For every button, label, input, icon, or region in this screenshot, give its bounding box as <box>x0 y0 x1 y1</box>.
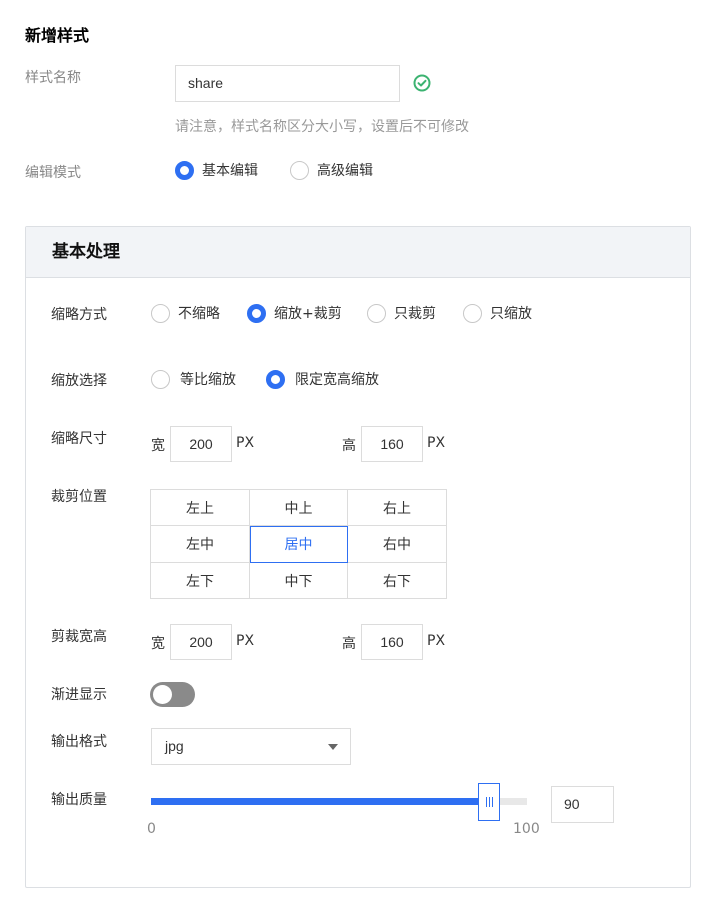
thumb-height-unit: PX <box>427 435 446 451</box>
radio-label: 不缩略 <box>178 306 220 322</box>
output-format-value: jpg <box>165 738 184 754</box>
crop-position-grid: 左上 中上 右上 左中 居中 右中 左下 中下 右下 <box>150 489 447 599</box>
radio-dot[interactable] <box>367 303 386 323</box>
radio-dot[interactable] <box>175 160 194 180</box>
edit-mode-label: 编辑模式 <box>25 165 81 181</box>
radio-label: 高级编辑 <box>317 163 373 179</box>
crop-cell-middle-left[interactable]: 左中 <box>151 526 250 563</box>
thumb-width-label: 宽 <box>151 438 165 454</box>
radio-dot[interactable] <box>290 160 309 180</box>
crop-cell-center[interactable]: 居中 <box>250 526 348 563</box>
crop-cell-top-center[interactable]: 中上 <box>250 490 348 526</box>
radio-label: 限定宽高缩放 <box>295 372 379 388</box>
quality-slider-fill <box>151 798 490 805</box>
crop-width-input[interactable]: 200 <box>170 624 232 660</box>
crop-cell-top-left[interactable]: 左上 <box>151 490 250 526</box>
thumb-size-label: 缩略尺寸 <box>51 431 107 447</box>
radio-dot[interactable] <box>266 369 285 389</box>
radio-label: 等比缩放 <box>180 372 236 388</box>
thumb-height-input[interactable]: 160 <box>361 426 423 462</box>
radio-dot[interactable] <box>151 303 170 323</box>
output-quality-label: 输出质量 <box>51 792 107 808</box>
radio-scale-only[interactable]: 只缩放 <box>463 303 532 323</box>
thumb-width-input[interactable]: 200 <box>170 426 232 462</box>
crop-cell-bottom-left[interactable]: 左下 <box>151 563 250 598</box>
radio-label: 缩放+裁剪 <box>274 306 342 322</box>
radio-dot[interactable] <box>151 369 170 389</box>
quality-slider-max: 100 <box>513 821 540 837</box>
output-format-select[interactable]: jpg <box>151 728 351 765</box>
crop-position-label: 裁剪位置 <box>51 489 107 505</box>
check-circle-icon <box>413 74 431 92</box>
quality-slider-track[interactable] <box>151 798 527 805</box>
crop-cell-bottom-right[interactable]: 右下 <box>348 563 446 598</box>
crop-height-label: 高 <box>342 636 356 652</box>
style-name-label: 样式名称 <box>25 70 81 86</box>
crop-height-unit: PX <box>427 633 446 649</box>
radio-fixed-size-scale[interactable]: 限定宽高缩放 <box>266 369 379 389</box>
radio-scale-crop[interactable]: 缩放+裁剪 <box>247 303 342 323</box>
radio-label: 只裁剪 <box>394 306 436 322</box>
style-name-input[interactable]: share <box>175 65 400 102</box>
thumb-height-label: 高 <box>342 438 356 454</box>
scale-choice-label: 缩放选择 <box>51 373 107 389</box>
output-format-label: 输出格式 <box>51 734 107 750</box>
radio-proportional-scale[interactable]: 等比缩放 <box>151 369 236 389</box>
crop-height-input[interactable]: 160 <box>361 624 423 660</box>
radio-basic-edit[interactable]: 基本编辑 <box>175 160 258 180</box>
panel-title: 基本处理 <box>26 227 690 278</box>
crop-cell-top-right[interactable]: 右上 <box>348 490 446 526</box>
page-title: 新增样式 <box>25 26 90 45</box>
caret-down-icon <box>328 744 338 750</box>
radio-no-thumb[interactable]: 不缩略 <box>151 303 220 323</box>
thumb-width-unit: PX <box>236 435 255 451</box>
radio-advanced-edit[interactable]: 高级编辑 <box>290 160 373 180</box>
progressive-toggle[interactable] <box>150 682 195 707</box>
crop-width-label: 宽 <box>151 636 165 652</box>
toggle-knob <box>153 685 172 704</box>
crop-cell-middle-right[interactable]: 右中 <box>348 526 446 563</box>
radio-crop-only[interactable]: 只裁剪 <box>367 303 436 323</box>
style-name-hint: 请注意，样式名称区分大小写，设置后不可修改 <box>175 119 469 135</box>
crop-width-unit: PX <box>236 633 255 649</box>
crop-cell-bottom-center[interactable]: 中下 <box>250 563 348 598</box>
quality-input[interactable]: 90 <box>551 786 614 823</box>
quality-slider-min: 0 <box>147 821 156 837</box>
thumb-mode-label: 缩略方式 <box>51 307 107 323</box>
radio-dot[interactable] <box>247 303 266 323</box>
quality-slider-handle[interactable] <box>478 783 501 821</box>
radio-dot[interactable] <box>463 303 482 323</box>
crop-size-label: 剪裁宽高 <box>51 629 107 645</box>
grip-icon <box>485 797 493 807</box>
radio-label: 只缩放 <box>490 306 532 322</box>
progressive-label: 渐进显示 <box>51 687 107 703</box>
radio-label: 基本编辑 <box>202 163 258 179</box>
